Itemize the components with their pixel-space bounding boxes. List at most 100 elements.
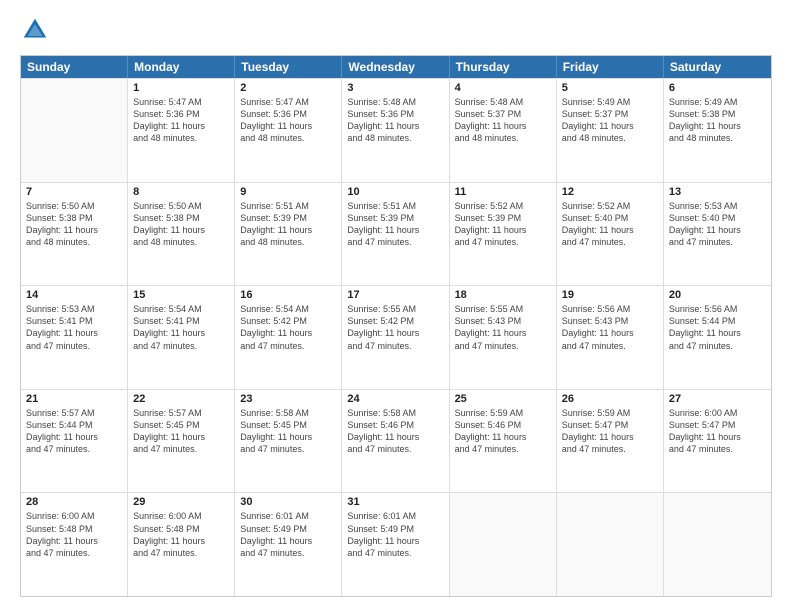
day-info: Sunrise: 5:57 AM Sunset: 5:45 PM Dayligh… — [133, 407, 229, 456]
calendar-cell-4-5: 25 Sunrise: 5:59 AM Sunset: 5:46 PM Dayli… — [450, 390, 557, 493]
calendar-cell-1-3: 2 Sunrise: 5:47 AM Sunset: 5:36 PM Daylig… — [235, 79, 342, 182]
calendar-cell-1-2: 1Sunrise: 5:47 AM Sunset: 5:36 PM Daylig… — [128, 79, 235, 182]
day-number: 31 — [347, 496, 443, 508]
day-info: Sunrise: 5:53 AM Sunset: 5:41 PM Dayligh… — [26, 303, 122, 352]
day-number: 2 — [240, 82, 336, 94]
day-number: 11 — [455, 186, 551, 198]
calendar-cell-4-4: 24Sunrise: 5:58 AM Sunset: 5:46 PM Dayli… — [342, 390, 449, 493]
calendar-cell-2-3: 9Sunrise: 5:51 AM Sunset: 5:39 PM Daylig… — [235, 183, 342, 286]
calendar-cell-5-1: 28 Sunrise: 6:00 AM Sunset: 5:48 PM Dayli… — [21, 493, 128, 596]
day-info: Sunrise: 5:47 AM Sunset: 5:36 PM Dayligh… — [240, 96, 336, 145]
day-number: 4 — [455, 82, 551, 94]
day-info: Sunrise: 5:48 AM Sunset: 5:37 PM Dayligh… — [455, 96, 551, 145]
calendar-cell-5-2: 29 Sunrise: 6:00 AM Sunset: 5:48 PM Dayli… — [128, 493, 235, 596]
calendar-cell-5-5 — [450, 493, 557, 596]
day-info: Sunrise: 6:00 AM Sunset: 5:47 PM Dayligh… — [669, 407, 766, 456]
day-info: Sunrise: 6:00 AM Sunset: 5:48 PM Dayligh… — [133, 510, 229, 559]
day-number: 8 — [133, 186, 229, 198]
calendar-row-3: 14 Sunrise: 5:53 AM Sunset: 5:41 PM Dayli… — [21, 285, 771, 389]
day-number: 12 — [562, 186, 658, 198]
calendar-cell-5-3: 30Sunrise: 6:01 AM Sunset: 5:49 PM Dayli… — [235, 493, 342, 596]
calendar-cell-3-7: 20Sunrise: 5:56 AM Sunset: 5:44 PM Dayli… — [664, 286, 771, 389]
day-info: Sunrise: 5:49 AM Sunset: 5:38 PM Dayligh… — [669, 96, 766, 145]
calendar-cell-3-3: 16Sunrise: 5:54 AM Sunset: 5:42 PM Dayli… — [235, 286, 342, 389]
day-info: Sunrise: 5:54 AM Sunset: 5:41 PM Dayligh… — [133, 303, 229, 352]
day-number: 23 — [240, 393, 336, 405]
day-number: 19 — [562, 289, 658, 301]
calendar-cell-3-4: 17Sunrise: 5:55 AM Sunset: 5:42 PM Dayli… — [342, 286, 449, 389]
day-number: 5 — [562, 82, 658, 94]
calendar-row-5: 28 Sunrise: 6:00 AM Sunset: 5:48 PM Dayli… — [21, 492, 771, 596]
calendar-cell-2-6: 12 Sunrise: 5:52 AM Sunset: 5:40 PM Dayli… — [557, 183, 664, 286]
calendar-cell-3-2: 15 Sunrise: 5:54 AM Sunset: 5:41 PM Dayli… — [128, 286, 235, 389]
day-number: 20 — [669, 289, 766, 301]
day-info: Sunrise: 5:51 AM Sunset: 5:39 PM Dayligh… — [347, 200, 443, 249]
day-info: Sunrise: 5:53 AM Sunset: 5:40 PM Dayligh… — [669, 200, 766, 249]
calendar-body: 1Sunrise: 5:47 AM Sunset: 5:36 PM Daylig… — [21, 78, 771, 596]
calendar: SundayMondayTuesdayWednesdayThursdayFrid… — [20, 55, 772, 597]
day-number: 3 — [347, 82, 443, 94]
calendar-cell-4-2: 22 Sunrise: 5:57 AM Sunset: 5:45 PM Dayli… — [128, 390, 235, 493]
calendar-cell-3-5: 18Sunrise: 5:55 AM Sunset: 5:43 PM Dayli… — [450, 286, 557, 389]
day-info: Sunrise: 5:58 AM Sunset: 5:46 PM Dayligh… — [347, 407, 443, 456]
day-number: 22 — [133, 393, 229, 405]
day-number: 15 — [133, 289, 229, 301]
day-number: 28 — [26, 496, 122, 508]
calendar-cell-5-7 — [664, 493, 771, 596]
day-number: 21 — [26, 393, 122, 405]
logo-icon — [20, 15, 50, 45]
calendar-cell-5-4: 31 Sunrise: 6:01 AM Sunset: 5:49 PM Dayli… — [342, 493, 449, 596]
calendar-cell-2-5: 11 Sunrise: 5:52 AM Sunset: 5:39 PM Dayli… — [450, 183, 557, 286]
day-number: 26 — [562, 393, 658, 405]
day-info: Sunrise: 6:01 AM Sunset: 5:49 PM Dayligh… — [347, 510, 443, 559]
calendar-cell-3-6: 19 Sunrise: 5:56 AM Sunset: 5:43 PM Dayli… — [557, 286, 664, 389]
weekday-header-saturday: Saturday — [664, 56, 771, 78]
calendar-cell-1-5: 4 Sunrise: 5:48 AM Sunset: 5:37 PM Daylig… — [450, 79, 557, 182]
calendar-cell-2-2: 8 Sunrise: 5:50 AM Sunset: 5:38 PM Daylig… — [128, 183, 235, 286]
day-info: Sunrise: 5:52 AM Sunset: 5:39 PM Dayligh… — [455, 200, 551, 249]
calendar-cell-2-7: 13Sunrise: 5:53 AM Sunset: 5:40 PM Dayli… — [664, 183, 771, 286]
day-info: Sunrise: 6:00 AM Sunset: 5:48 PM Dayligh… — [26, 510, 122, 559]
day-number: 10 — [347, 186, 443, 198]
calendar-cell-2-4: 10 Sunrise: 5:51 AM Sunset: 5:39 PM Dayli… — [342, 183, 449, 286]
page: SundayMondayTuesdayWednesdayThursdayFrid… — [0, 0, 792, 612]
day-info: Sunrise: 5:52 AM Sunset: 5:40 PM Dayligh… — [562, 200, 658, 249]
weekday-header-wednesday: Wednesday — [342, 56, 449, 78]
weekday-header-monday: Monday — [128, 56, 235, 78]
calendar-cell-4-3: 23 Sunrise: 5:58 AM Sunset: 5:45 PM Dayli… — [235, 390, 342, 493]
calendar-row-4: 21Sunrise: 5:57 AM Sunset: 5:44 PM Dayli… — [21, 389, 771, 493]
calendar-row-1: 1Sunrise: 5:47 AM Sunset: 5:36 PM Daylig… — [21, 78, 771, 182]
weekday-header-tuesday: Tuesday — [235, 56, 342, 78]
calendar-cell-1-4: 3 Sunrise: 5:48 AM Sunset: 5:36 PM Daylig… — [342, 79, 449, 182]
calendar-cell-1-7: 6 Sunrise: 5:49 AM Sunset: 5:38 PM Daylig… — [664, 79, 771, 182]
day-info: Sunrise: 5:50 AM Sunset: 5:38 PM Dayligh… — [133, 200, 229, 249]
day-info: Sunrise: 5:49 AM Sunset: 5:37 PM Dayligh… — [562, 96, 658, 145]
calendar-cell-3-1: 14 Sunrise: 5:53 AM Sunset: 5:41 PM Dayli… — [21, 286, 128, 389]
header — [20, 15, 772, 45]
day-info: Sunrise: 5:48 AM Sunset: 5:36 PM Dayligh… — [347, 96, 443, 145]
day-number: 16 — [240, 289, 336, 301]
day-number: 29 — [133, 496, 229, 508]
calendar-row-2: 7 Sunrise: 5:50 AM Sunset: 5:38 PM Daylig… — [21, 182, 771, 286]
weekday-header-thursday: Thursday — [450, 56, 557, 78]
day-info: Sunrise: 5:59 AM Sunset: 5:46 PM Dayligh… — [455, 407, 551, 456]
logo — [20, 15, 54, 45]
day-info: Sunrise: 5:56 AM Sunset: 5:43 PM Dayligh… — [562, 303, 658, 352]
calendar-cell-1-1 — [21, 79, 128, 182]
day-number: 7 — [26, 186, 122, 198]
day-number: 6 — [669, 82, 766, 94]
weekday-header-sunday: Sunday — [21, 56, 128, 78]
day-number: 30 — [240, 496, 336, 508]
day-info: Sunrise: 5:47 AM Sunset: 5:36 PM Dayligh… — [133, 96, 229, 145]
calendar-cell-4-1: 21Sunrise: 5:57 AM Sunset: 5:44 PM Dayli… — [21, 390, 128, 493]
calendar-cell-1-6: 5 Sunrise: 5:49 AM Sunset: 5:37 PM Daylig… — [557, 79, 664, 182]
calendar-cell-4-6: 26 Sunrise: 5:59 AM Sunset: 5:47 PM Dayli… — [557, 390, 664, 493]
calendar-cell-5-6 — [557, 493, 664, 596]
day-number: 25 — [455, 393, 551, 405]
day-number: 14 — [26, 289, 122, 301]
day-info: Sunrise: 5:58 AM Sunset: 5:45 PM Dayligh… — [240, 407, 336, 456]
calendar-header: SundayMondayTuesdayWednesdayThursdayFrid… — [21, 56, 771, 78]
day-info: Sunrise: 5:55 AM Sunset: 5:42 PM Dayligh… — [347, 303, 443, 352]
day-info: Sunrise: 5:59 AM Sunset: 5:47 PM Dayligh… — [562, 407, 658, 456]
weekday-header-friday: Friday — [557, 56, 664, 78]
